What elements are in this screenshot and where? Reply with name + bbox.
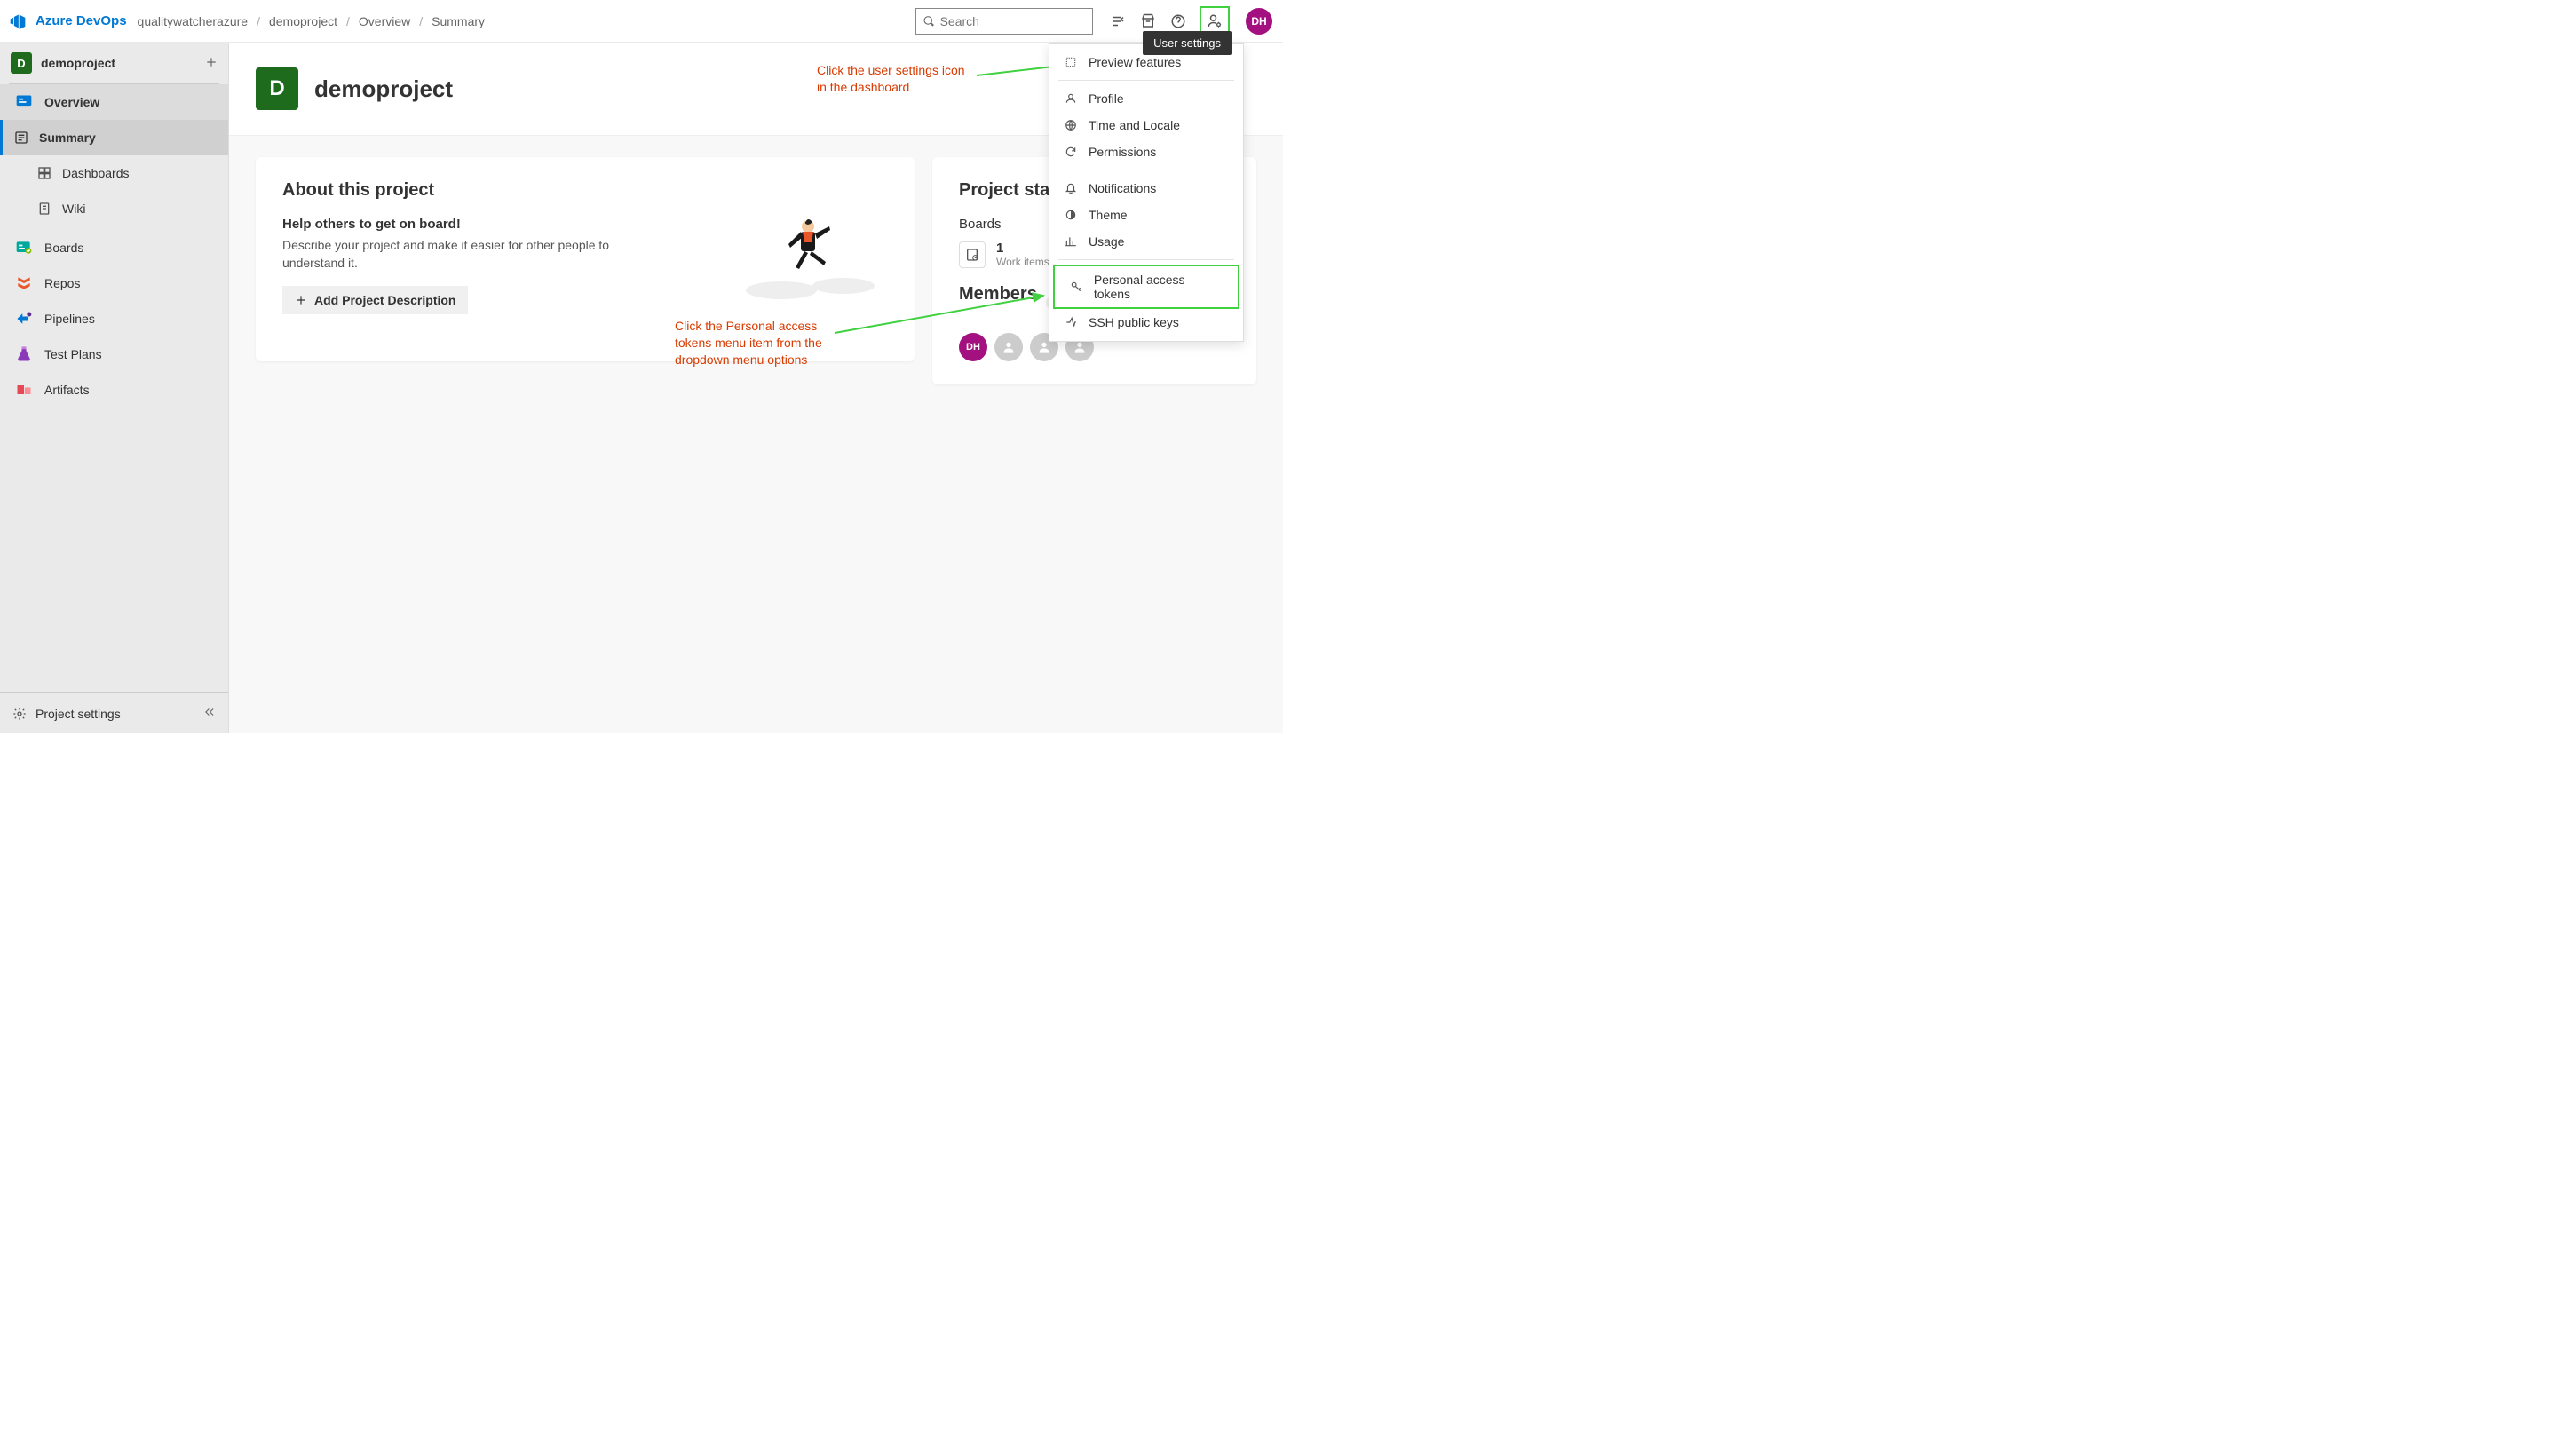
usage-icon — [1064, 234, 1078, 249]
breadcrumb-page[interactable]: Summary — [432, 14, 485, 28]
member-avatar[interactable] — [994, 333, 1023, 361]
dd-time-locale[interactable]: Time and Locale — [1049, 112, 1243, 138]
nav-label: Wiki — [62, 202, 85, 216]
about-title: About this project — [282, 180, 888, 201]
dd-label: Personal access tokens — [1094, 273, 1224, 301]
new-item-button[interactable] — [205, 56, 218, 71]
overview-icon — [14, 92, 34, 112]
help-icon[interactable] — [1169, 12, 1187, 30]
nav-label: Artifacts — [44, 383, 90, 397]
bell-icon — [1064, 181, 1078, 195]
button-label: Add Project Description — [314, 293, 455, 307]
breadcrumb-section[interactable]: Overview — [359, 14, 410, 28]
top-bar: Azure DevOps qualitywatcherazure / demop… — [0, 0, 1283, 43]
brand-link[interactable]: Azure DevOps — [36, 13, 127, 28]
key-icon — [1069, 280, 1083, 294]
member-avatar[interactable]: DH — [959, 333, 987, 361]
sidebar-item-repos[interactable]: Repos — [0, 265, 228, 301]
chevron-double-left-icon — [203, 706, 216, 718]
sidebar-item-wiki[interactable]: Wiki — [0, 191, 228, 226]
nav-label: Boards — [44, 241, 83, 255]
nav-label: Repos — [44, 276, 80, 290]
dd-label: Time and Locale — [1089, 118, 1180, 132]
project-name: demoproject — [41, 56, 196, 70]
dd-label: Profile — [1089, 91, 1124, 106]
search-input-wrap[interactable] — [915, 8, 1093, 35]
user-avatar[interactable]: DH — [1246, 8, 1272, 35]
repos-icon — [14, 273, 34, 293]
plus-icon — [205, 56, 218, 68]
marketplace-icon[interactable] — [1139, 12, 1157, 30]
dashboard-icon — [37, 166, 51, 180]
dd-label: Usage — [1089, 234, 1124, 249]
pipelines-icon — [14, 309, 34, 328]
dd-permissions[interactable]: Permissions — [1049, 138, 1243, 165]
work-items-icon[interactable] — [1109, 12, 1127, 30]
sidebar-item-overview[interactable]: Overview — [0, 84, 228, 120]
wiki-icon — [37, 202, 51, 216]
dd-label: Preview features — [1089, 55, 1181, 69]
breadcrumb: qualitywatcherazure / demoproject / Over… — [138, 14, 486, 28]
ssh-icon — [1064, 315, 1078, 329]
user-settings-icon — [1207, 13, 1223, 29]
dd-label: Notifications — [1089, 181, 1156, 195]
preview-icon — [1064, 55, 1078, 69]
sidebar-project-header[interactable]: D demoproject — [0, 43, 228, 83]
dd-usage[interactable]: Usage — [1049, 228, 1243, 255]
project-avatar-large: D — [256, 67, 298, 110]
dd-theme[interactable]: Theme — [1049, 202, 1243, 228]
user-settings-dropdown: Preview features Profile Time and Locale… — [1049, 43, 1244, 342]
dd-profile[interactable]: Profile — [1049, 85, 1243, 112]
dd-personal-access-tokens[interactable]: Personal access tokens — [1053, 265, 1239, 309]
breadcrumb-project[interactable]: demoproject — [269, 14, 337, 28]
sidebar-item-test-plans[interactable]: Test Plans — [0, 336, 228, 372]
dd-ssh-keys[interactable]: SSH public keys — [1049, 309, 1243, 336]
nav-label: Summary — [39, 131, 96, 145]
gear-icon — [12, 707, 27, 721]
dd-notifications[interactable]: Notifications — [1049, 175, 1243, 202]
annotation-2: Click the Personal access tokens menu it… — [675, 318, 835, 368]
nav-label: Overview — [44, 95, 99, 109]
dd-label: SSH public keys — [1089, 315, 1179, 329]
summary-icon — [14, 131, 28, 145]
sidebar-item-boards[interactable]: Boards — [0, 230, 228, 265]
nav-label: Dashboards — [62, 166, 130, 180]
search-input[interactable] — [940, 14, 1085, 28]
refresh-icon — [1064, 145, 1078, 159]
sidebar-item-summary[interactable]: Summary — [0, 120, 228, 155]
onboarding-illustration — [737, 202, 879, 308]
sidebar-item-artifacts[interactable]: Artifacts — [0, 372, 228, 408]
sidebar-item-pipelines[interactable]: Pipelines — [0, 301, 228, 336]
project-settings-link[interactable]: Project settings — [36, 707, 121, 721]
theme-icon — [1064, 208, 1078, 222]
plus-icon — [295, 294, 307, 306]
profile-icon — [1064, 91, 1078, 106]
nav-label: Pipelines — [44, 312, 95, 326]
about-description: Describe your project and make it easier… — [282, 237, 620, 272]
work-item-icon — [959, 241, 986, 268]
breadcrumb-org[interactable]: qualitywatcherazure — [138, 14, 249, 28]
nav-label: Test Plans — [44, 347, 102, 361]
project-avatar-icon: D — [11, 52, 32, 74]
user-settings-tooltip: User settings — [1143, 31, 1232, 55]
search-icon — [923, 15, 935, 28]
members-title: Members — [959, 284, 1037, 305]
globe-icon — [1064, 118, 1078, 132]
sidebar: D demoproject Overview Summary Dashboard… — [0, 43, 229, 733]
add-description-button[interactable]: Add Project Description — [282, 286, 468, 314]
artifacts-icon — [14, 380, 34, 400]
sidebar-footer: Project settings — [0, 692, 228, 733]
test-plans-icon — [14, 344, 34, 364]
sidebar-item-dashboards[interactable]: Dashboards — [0, 155, 228, 191]
annotation-1: Click the user settings icon in the dash… — [817, 62, 977, 96]
dd-label: Theme — [1089, 208, 1128, 222]
collapse-sidebar-button[interactable] — [203, 706, 216, 721]
page-title: demoproject — [314, 75, 453, 103]
azure-devops-logo-icon — [7, 11, 28, 32]
boards-icon — [14, 238, 34, 257]
dd-label: Permissions — [1089, 145, 1156, 159]
